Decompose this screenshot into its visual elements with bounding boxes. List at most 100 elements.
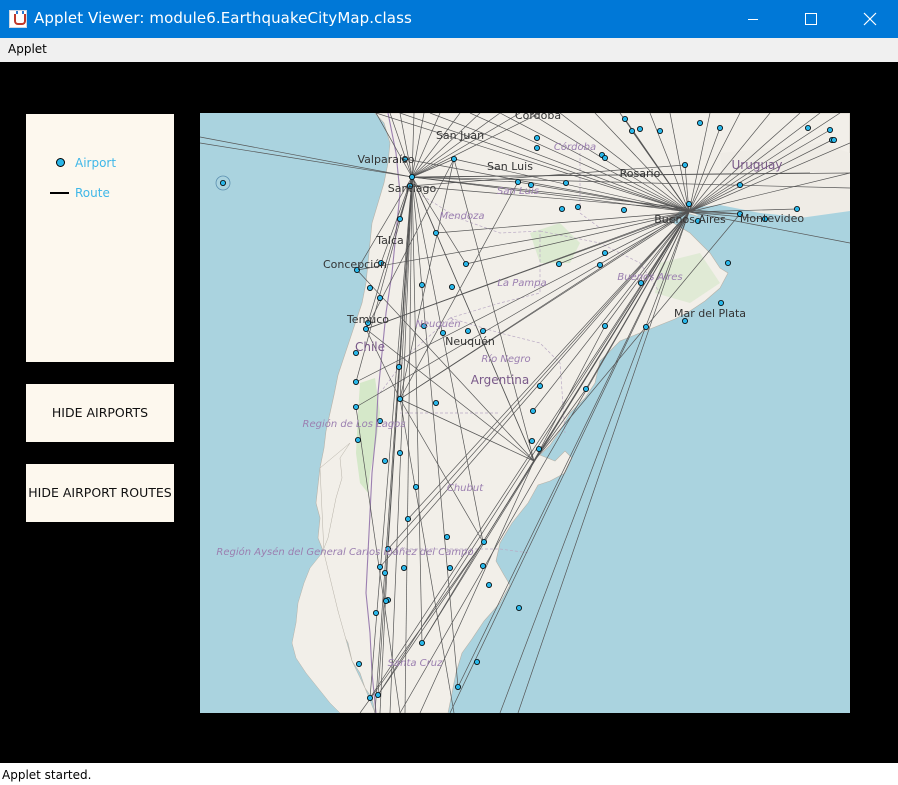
airport-marker[interactable] <box>408 174 415 181</box>
airport-marker[interactable] <box>827 126 834 133</box>
airport-marker[interactable] <box>366 284 373 291</box>
airport-marker[interactable] <box>737 182 744 189</box>
region-san-luis: San Luis <box>497 186 539 197</box>
airport-marker[interactable] <box>462 260 469 267</box>
airport-marker[interactable] <box>450 156 457 163</box>
airport-marker[interactable] <box>454 684 461 691</box>
region-cordoba: Córdoba <box>554 141 596 153</box>
label-santiago: Santiago <box>388 182 437 195</box>
minimize-button[interactable] <box>724 0 782 38</box>
label-chile: Chile <box>355 340 385 354</box>
airport-marker[interactable] <box>628 127 635 134</box>
maximize-button[interactable] <box>782 0 840 38</box>
airport-marker[interactable] <box>620 207 627 214</box>
region-la-pampa: La Pampa <box>497 278 546 289</box>
airport-marker[interactable] <box>479 327 486 334</box>
close-button[interactable] <box>840 0 898 38</box>
legend-airport-label: Airport <box>75 156 117 170</box>
airport-marker[interactable] <box>412 483 419 490</box>
airport-marker[interactable] <box>396 216 403 223</box>
airport-marker[interactable] <box>528 437 535 444</box>
airport-marker[interactable] <box>352 403 359 410</box>
airport-marker[interactable] <box>717 124 724 131</box>
airport-marker[interactable] <box>366 695 373 702</box>
region-mendoza: Mendoza <box>440 211 485 222</box>
airport-legend-icon <box>56 158 65 167</box>
airport-marker[interactable] <box>219 180 226 187</box>
airport-marker[interactable] <box>479 562 486 569</box>
region-aysen: Región Aysén del General Carlos Ibáñez d… <box>216 546 473 558</box>
airport-marker[interactable] <box>574 204 581 211</box>
airport-marker[interactable] <box>485 581 492 588</box>
region-rio-negro: Río Negro <box>481 353 530 365</box>
airport-marker[interactable] <box>533 134 540 141</box>
airport-marker[interactable] <box>382 597 389 604</box>
airport-marker[interactable] <box>381 457 388 464</box>
airport-marker[interactable] <box>446 564 453 571</box>
airport-marker[interactable] <box>794 206 801 213</box>
airport-marker[interactable] <box>681 162 688 169</box>
airport-marker[interactable] <box>582 385 589 392</box>
airport-marker[interactable] <box>443 533 450 540</box>
airport-marker[interactable] <box>805 124 812 131</box>
airport-marker[interactable] <box>404 515 411 522</box>
airport-marker[interactable] <box>464 327 471 334</box>
airport-marker[interactable] <box>514 179 521 186</box>
airport-marker[interactable] <box>533 145 540 152</box>
airport-marker[interactable] <box>352 378 359 385</box>
airport-marker[interactable] <box>555 260 562 267</box>
airport-marker[interactable] <box>696 120 703 126</box>
airport-marker[interactable] <box>362 325 369 332</box>
airport-marker[interactable] <box>558 206 565 213</box>
airport-marker[interactable] <box>515 604 522 611</box>
airport-marker[interactable] <box>381 569 388 576</box>
airport-marker[interactable] <box>432 230 439 237</box>
airport-marker[interactable] <box>354 436 361 443</box>
label-uruguay: Uruguay <box>732 158 783 172</box>
airport-marker[interactable] <box>374 692 381 699</box>
airport-marker[interactable] <box>601 322 608 329</box>
airport-marker[interactable] <box>355 661 362 668</box>
airport-marker[interactable] <box>562 180 569 187</box>
airport-marker[interactable] <box>725 259 732 266</box>
airport-marker[interactable] <box>400 564 407 571</box>
airport-marker[interactable] <box>529 407 536 414</box>
airport-marker[interactable] <box>656 127 663 134</box>
applet-canvas: Airport Route HIDE AIRPORTS HIDE AIRPORT… <box>0 62 898 763</box>
airport-marker[interactable] <box>535 445 542 452</box>
airport-marker[interactable] <box>376 294 383 301</box>
airport-marker[interactable] <box>621 116 628 122</box>
airport-marker[interactable] <box>536 382 543 389</box>
label-talca: Talca <box>375 234 403 247</box>
label-mar-del-plata: Mar del Plata <box>674 307 746 320</box>
airport-marker[interactable] <box>642 323 649 330</box>
airport-marker[interactable] <box>448 283 455 290</box>
airport-marker[interactable] <box>718 299 725 306</box>
airport-marker[interactable] <box>432 399 439 406</box>
menu-applet[interactable]: Applet <box>8 42 47 56</box>
airport-marker[interactable] <box>372 609 379 616</box>
minimize-icon <box>748 19 758 20</box>
airport-marker[interactable] <box>601 155 608 162</box>
airport-marker[interactable] <box>601 249 608 256</box>
airport-marker[interactable] <box>596 261 603 268</box>
legend-route-label: Route <box>75 186 110 200</box>
map-view[interactable]: Córdoba San Juan Valparaíso Santiago San… <box>200 113 850 713</box>
airport-marker[interactable] <box>685 201 692 208</box>
title-bar[interactable]: Applet Viewer: module6.EarthquakeCityMap… <box>0 0 898 38</box>
hide-routes-button[interactable]: HIDE AIRPORT ROUTES <box>26 464 174 522</box>
airport-marker[interactable] <box>396 449 403 456</box>
airport-marker[interactable] <box>480 538 487 545</box>
airport-marker[interactable] <box>418 281 425 288</box>
hide-airports-button[interactable]: HIDE AIRPORTS <box>26 384 174 442</box>
airport-marker[interactable] <box>376 563 383 570</box>
airport-marker[interactable] <box>831 136 838 143</box>
airport-marker[interactable] <box>473 659 480 666</box>
airport-marker[interactable] <box>395 363 402 370</box>
window-title: Applet Viewer: module6.EarthquakeCityMap… <box>34 9 412 27</box>
label-argentina: Argentina <box>471 373 530 387</box>
airport-marker[interactable] <box>636 125 643 132</box>
java-app-icon[interactable] <box>9 10 27 28</box>
airport-marker[interactable] <box>396 395 403 402</box>
airport-marker[interactable] <box>418 640 425 647</box>
